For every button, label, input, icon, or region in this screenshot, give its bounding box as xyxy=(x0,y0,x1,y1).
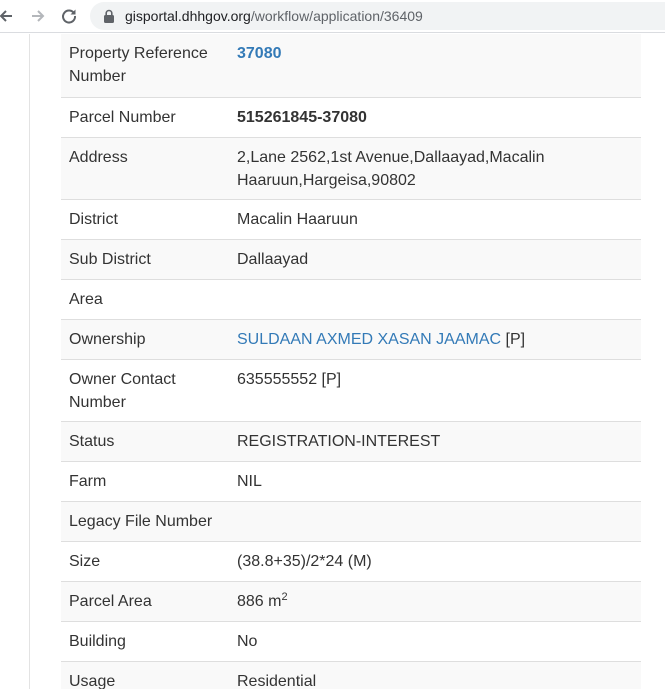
forward-button[interactable] xyxy=(26,4,50,28)
row-area: Area xyxy=(61,280,641,320)
row-value: (38.8+35)/2*24 (M) xyxy=(237,553,372,570)
left-divider xyxy=(29,34,30,689)
row-status: Status REGISTRATION-INTEREST xyxy=(61,422,641,462)
parcel-area-value: 886 m xyxy=(237,593,282,610)
address-bar[interactable]: gisportal.dhhgov.org/workflow/applicatio… xyxy=(90,2,665,30)
row-label: Ownership xyxy=(69,331,146,348)
owner-link[interactable]: SULDAAN AXMED XASAN JAAMAC xyxy=(237,331,501,348)
row-value xyxy=(237,280,641,319)
row-value: 515261845-37080 xyxy=(237,109,367,126)
row-label: Sub District xyxy=(69,251,151,268)
page-content: Property Reference Number 37080 Parcel N… xyxy=(0,34,665,689)
row-sub-district: Sub District Dallaayad xyxy=(61,240,641,280)
row-building: Building No xyxy=(61,622,641,662)
row-label: Usage xyxy=(69,673,116,689)
url-host: gisportal.dhhgov.org xyxy=(125,8,251,24)
row-farm: Farm NIL xyxy=(61,462,641,502)
row-address: Address 2,Lane 2562,1st Avenue,Dallaayad… xyxy=(61,138,641,200)
row-size: Size (38.8+35)/2*24 (M) xyxy=(61,542,641,582)
row-ownership: Ownership SULDAAN AXMED XASAN JAAMAC [P] xyxy=(61,320,641,360)
row-property-reference-number: Property Reference Number 37080 xyxy=(61,34,641,98)
arrow-left-icon xyxy=(0,10,12,22)
row-value: NIL xyxy=(237,473,262,490)
row-label: Owner Contact Number xyxy=(69,371,176,411)
row-value: 635555552 [P] xyxy=(237,371,342,388)
row-label: Farm xyxy=(69,473,107,490)
row-value: Residential xyxy=(237,673,317,689)
row-parcel-number: Parcel Number 515261845-37080 xyxy=(61,98,641,138)
row-label: Size xyxy=(69,553,101,570)
row-label: Parcel Area xyxy=(69,593,152,610)
row-label: Address xyxy=(69,149,128,166)
row-label: Area xyxy=(69,291,103,308)
row-label: Status xyxy=(69,433,115,450)
property-reference-link[interactable]: 37080 xyxy=(237,45,282,62)
row-district: District Macalin Haaruun xyxy=(61,200,641,240)
arrow-right-icon xyxy=(32,10,45,22)
property-details-table: Property Reference Number 37080 Parcel N… xyxy=(61,34,641,689)
area-exponent: 2 xyxy=(281,591,288,603)
row-parcel-area: Parcel Area 886 m2 xyxy=(61,582,641,622)
back-button[interactable] xyxy=(0,4,18,28)
row-label: Building xyxy=(69,633,126,650)
row-value xyxy=(237,502,641,541)
url-path: /workflow/application/36409 xyxy=(250,8,423,24)
row-label: Legacy File Number xyxy=(69,513,213,530)
row-usage: Usage Residential xyxy=(61,662,641,689)
lock-icon xyxy=(104,9,114,23)
row-value: Macalin Haaruun xyxy=(237,211,358,228)
reload-button[interactable] xyxy=(57,4,81,28)
row-label: Parcel Number xyxy=(69,109,176,126)
url-text: gisportal.dhhgov.org/workflow/applicatio… xyxy=(125,8,423,24)
row-value: Dallaayad xyxy=(237,251,309,268)
row-legacy-file-number: Legacy File Number xyxy=(61,502,641,542)
row-value: 2,Lane 2562,1st Avenue,Dallaayad,Macalin… xyxy=(237,149,545,189)
owner-suffix: [P] xyxy=(501,331,526,348)
row-label: District xyxy=(69,211,118,228)
row-owner-contact-number: Owner Contact Number 635555552 [P] xyxy=(61,360,641,422)
row-value: REGISTRATION-INTEREST xyxy=(237,433,441,450)
reload-icon xyxy=(62,9,77,24)
row-label: Property Reference Number xyxy=(69,45,208,85)
browser-toolbar: gisportal.dhhgov.org/workflow/applicatio… xyxy=(0,0,665,33)
row-value: No xyxy=(237,633,258,650)
